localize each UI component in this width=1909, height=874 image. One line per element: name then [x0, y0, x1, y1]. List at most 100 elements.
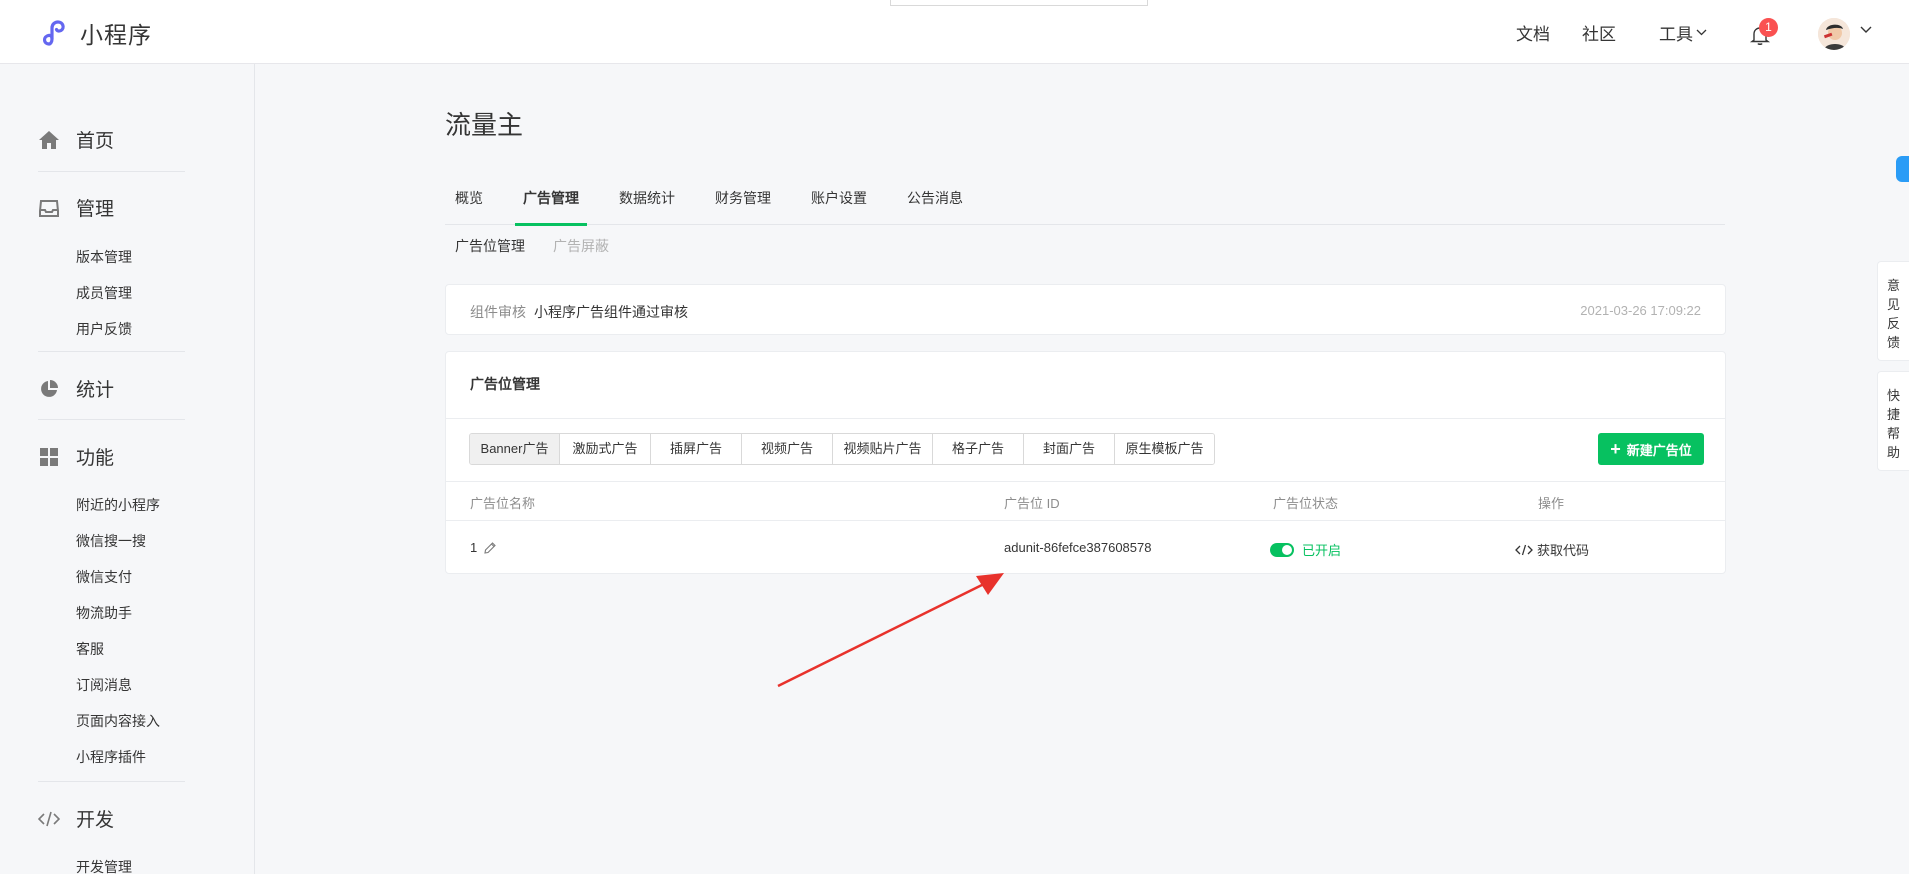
- table-divider: [446, 520, 1725, 521]
- ad-type-grid[interactable]: 格子广告: [933, 434, 1024, 464]
- tab-announcements[interactable]: 公告消息: [907, 188, 963, 225]
- code-icon: [38, 808, 60, 830]
- card-divider: [446, 418, 1725, 419]
- sidebar-divider: [38, 419, 185, 420]
- nav-tools[interactable]: 工具: [1659, 0, 1707, 64]
- ad-slot-status: 已开启: [1270, 540, 1341, 559]
- tab-ad-management[interactable]: 广告管理: [515, 188, 587, 226]
- main-tabs: 概览 广告管理 数据统计 财务管理 账户设置 公告消息: [445, 188, 1725, 226]
- nav-docs[interactable]: 文档: [1516, 0, 1550, 64]
- ad-type-selector: Banner广告 激励式广告 插屏广告 视频广告 视频贴片广告 格子广告 封面广…: [469, 433, 1215, 465]
- col-header-name: 广告位名称: [470, 496, 536, 511]
- page-title: 流量主: [445, 110, 524, 140]
- sidebar-item-plugins[interactable]: 小程序插件: [76, 747, 146, 767]
- edit-pencil-icon[interactable]: [483, 541, 497, 555]
- sidebar-item-versions[interactable]: 版本管理: [76, 247, 132, 267]
- tab-data-stats[interactable]: 数据统计: [619, 188, 675, 225]
- status-toggle[interactable]: [1270, 542, 1294, 557]
- sidebar-item-feedback[interactable]: 用户反馈: [76, 319, 132, 339]
- status-text: 已开启: [1302, 543, 1342, 558]
- sidebar-item-members[interactable]: 成员管理: [76, 283, 132, 303]
- ad-type-video-patch[interactable]: 视频贴片广告: [833, 434, 933, 464]
- sidebar-section-features[interactable]: 功能: [38, 443, 114, 470]
- sidebar-section-home[interactable]: 首页: [38, 126, 114, 153]
- sidebar-item-subscribe[interactable]: 订阅消息: [76, 675, 132, 695]
- chevron-down-icon[interactable]: [1860, 26, 1872, 34]
- sidebar-item-pay[interactable]: 微信支付: [76, 567, 132, 587]
- sidebar-section-label: 开发: [76, 810, 115, 831]
- feedback-char: 见: [1886, 297, 1900, 312]
- sidebar-item-customer-service[interactable]: 客服: [76, 639, 104, 659]
- feedback-float-tab[interactable]: 意 见 反 馈: [1877, 261, 1909, 361]
- help-float-tab[interactable]: 快 捷 帮 助: [1877, 371, 1909, 471]
- ad-slot-name: 1: [470, 540, 478, 555]
- sidebar-section-dev[interactable]: 开发: [38, 805, 114, 832]
- miniprogram-logo-icon: [42, 20, 65, 46]
- sidebar-section-label: 功能: [76, 448, 115, 469]
- sidebar-section-label: 管理: [76, 199, 115, 220]
- ad-type-rewarded[interactable]: 激励式广告: [560, 434, 651, 464]
- ad-slot-card: 广告位管理 Banner广告 激励式广告 插屏广告 视频广告 视频贴片广告 格子…: [445, 351, 1726, 574]
- floating-blue-tab[interactable]: [1896, 156, 1909, 182]
- ad-type-native-template[interactable]: 原生模板广告: [1115, 434, 1214, 464]
- pie-chart-icon: [38, 378, 60, 400]
- sidebar: 首页 管理 版本管理 成员管理 用户反馈 统计 功能 附近的小程序 微信搜一搜 …: [0, 64, 255, 874]
- review-time: 2021-03-26 17:09:22: [1580, 303, 1701, 318]
- inbox-icon: [38, 197, 60, 219]
- ad-type-interstitial[interactable]: 插屏广告: [651, 434, 742, 464]
- avatar[interactable]: [1818, 18, 1850, 50]
- top-bar: 小程序 文档 社区 工具 1: [0, 0, 1909, 64]
- help-char: 帮: [1886, 426, 1900, 441]
- app-name: 小程序: [80, 22, 152, 48]
- col-header-status: 广告位状态: [1273, 496, 1339, 511]
- nav-community[interactable]: 社区: [1582, 0, 1616, 64]
- review-card: 组件审核 小程序广告组件通过审核 2021-03-26 17:09:22: [445, 284, 1726, 335]
- help-char: 捷: [1886, 407, 1900, 422]
- sidebar-item-dev-manage[interactable]: 开发管理: [76, 857, 132, 874]
- get-code-label: 获取代码: [1537, 543, 1590, 558]
- sidebar-item-nearby[interactable]: 附近的小程序: [76, 495, 160, 515]
- grid-icon: [38, 446, 60, 468]
- sidebar-section-stats[interactable]: 统计: [38, 375, 114, 402]
- home-icon: [38, 129, 60, 151]
- sidebar-section-label: 首页: [76, 131, 115, 152]
- ad-slot-id: adunit-86fefce387608578: [1004, 540, 1152, 555]
- help-char: 快: [1886, 388, 1900, 403]
- sidebar-item-search[interactable]: 微信搜一搜: [76, 531, 146, 551]
- nav-tools-label: 工具: [1659, 24, 1693, 44]
- review-value: 小程序广告组件通过审核: [534, 304, 688, 320]
- feedback-char: 反: [1886, 316, 1900, 331]
- code-icon: [1515, 544, 1533, 555]
- new-ad-slot-button[interactable]: + 新建广告位: [1598, 433, 1704, 465]
- sidebar-divider: [38, 171, 185, 172]
- sidebar-divider: [38, 781, 185, 782]
- tab-account[interactable]: 账户设置: [811, 188, 867, 225]
- plus-icon: +: [1610, 439, 1621, 459]
- sidebar-section-manage[interactable]: 管理: [38, 194, 114, 221]
- feedback-char: 意: [1886, 278, 1900, 293]
- feedback-char: 馈: [1886, 335, 1900, 350]
- subtab-ad-block[interactable]: 广告屏蔽: [553, 236, 609, 256]
- ad-type-cover[interactable]: 封面广告: [1024, 434, 1115, 464]
- ad-type-banner[interactable]: Banner广告: [470, 434, 560, 464]
- tab-finance[interactable]: 财务管理: [715, 188, 771, 225]
- sidebar-section-label: 统计: [76, 380, 115, 401]
- col-header-action: 操作: [1538, 496, 1565, 511]
- sidebar-divider: [38, 351, 185, 352]
- chevron-down-icon: [1696, 29, 1707, 35]
- sidebar-item-logistics[interactable]: 物流助手: [76, 603, 132, 623]
- notification-badge: 1: [1759, 18, 1778, 37]
- new-ad-slot-label: 新建广告位: [1626, 442, 1692, 458]
- subtab-ad-slots[interactable]: 广告位管理: [455, 236, 525, 256]
- app-logo[interactable]: 小程序: [40, 16, 152, 50]
- review-label: 组件审核: [470, 304, 526, 320]
- sidebar-item-content[interactable]: 页面内容接入: [76, 711, 160, 731]
- tab-overview[interactable]: 概览: [455, 188, 483, 225]
- window-edge: [890, 0, 1148, 6]
- col-header-id: 广告位 ID: [1004, 496, 1060, 511]
- card-divider: [446, 481, 1725, 482]
- get-code-link[interactable]: 获取代码: [1515, 540, 1589, 559]
- table-row-name: 1: [470, 540, 497, 555]
- help-char: 助: [1886, 445, 1900, 460]
- ad-type-video[interactable]: 视频广告: [742, 434, 833, 464]
